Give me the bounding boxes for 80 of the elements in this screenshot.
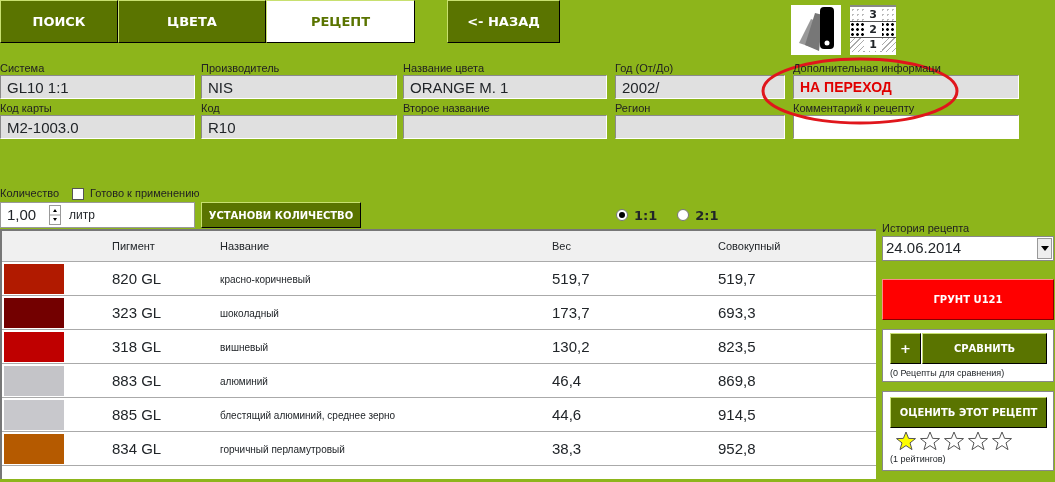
table-cell-text: 952,8 xyxy=(718,438,757,459)
table-cell-text: горчичный перламутровый xyxy=(220,442,346,457)
star-icon[interactable] xyxy=(944,430,964,451)
field-label: Система xyxy=(0,62,46,75)
layer-number: 1 xyxy=(864,38,882,52)
checkbox[interactable] xyxy=(72,187,85,200)
text-field[interactable] xyxy=(793,115,1019,139)
field-label: Код карты xyxy=(0,102,53,115)
text-field[interactable]: 2002/ xyxy=(615,75,785,99)
table-cell-text: 519,7 xyxy=(552,268,591,289)
field-label: Производитель xyxy=(201,62,281,75)
caret-icon[interactable] xyxy=(1037,238,1052,259)
star-icon[interactable] xyxy=(992,430,1012,451)
text-field[interactable]: GL10 1:1 xyxy=(0,75,195,99)
table-cell-text: 914,5 xyxy=(718,404,757,425)
radio-label: 1:1 xyxy=(634,207,658,223)
star-icon[interactable] xyxy=(896,430,916,451)
text-field[interactable]: ORANGE M. 1 xyxy=(403,75,607,99)
table-cell-text: шоколадный xyxy=(220,306,280,321)
table-cell-text: 323 GL xyxy=(112,302,163,323)
radio-button[interactable] xyxy=(616,209,628,221)
table-cell-text: алюминий xyxy=(220,374,269,389)
field-label: Год (От/До) xyxy=(615,62,675,75)
field-label: Комментарий к рецепту xyxy=(793,102,916,115)
add-button[interactable]: + xyxy=(890,333,921,364)
radio-button[interactable] xyxy=(677,209,690,221)
text-field[interactable]: M2-1003.0 xyxy=(0,115,195,139)
table-cell-text: 318 GL xyxy=(112,336,163,357)
table-cell-text: вишневый xyxy=(220,340,270,355)
star-icon[interactable] xyxy=(968,430,988,451)
rate-button[interactable]: ОЦЕНИТЬ ЭТОТ РЕЦЕПТ xyxy=(890,397,1047,428)
star-icon[interactable] xyxy=(920,430,940,451)
field-label: Второе название xyxy=(403,102,491,115)
quantity-field[interactable]: 1,00 литр xyxy=(0,202,195,228)
tab[interactable]: ЦВЕТА xyxy=(118,0,266,43)
table-cell-text: 693,3 xyxy=(718,302,757,323)
layer-number: 3 xyxy=(864,7,882,21)
table-cell-text: 820 GL xyxy=(112,268,163,289)
layers-icon[interactable]: 3 2 1 xyxy=(850,5,896,55)
column-header[interactable]: Вес xyxy=(552,237,718,255)
table-cell-text: 823,5 xyxy=(718,336,757,357)
field-label: Название цвета xyxy=(403,62,486,75)
set-quantity-button[interactable]: УСТАНОВИ КОЛИЧЕСТВО xyxy=(201,202,361,228)
column-header[interactable]: Совокупный xyxy=(718,237,876,255)
layer-number: 2 xyxy=(864,23,882,36)
history-label: История рецепта xyxy=(882,222,971,235)
rating-note: (1 рейтингов) xyxy=(890,452,947,466)
back-button[interactable]: <- НАЗАД xyxy=(447,0,560,43)
color-fan-icon[interactable] xyxy=(791,5,841,55)
radio-label: 2:1 xyxy=(695,207,719,223)
primer-button[interactable]: ГРУНТ U121 xyxy=(882,279,1054,320)
table-cell-text: 834 GL xyxy=(112,438,163,459)
field-label: Код xyxy=(201,102,221,115)
table-cell-text: 38,3 xyxy=(552,438,583,459)
table-cell-text: 869,8 xyxy=(718,370,757,391)
table-cell-text: 44,6 xyxy=(552,404,583,425)
spinner-icon[interactable] xyxy=(49,205,61,225)
tab[interactable]: РЕЦЕПТ xyxy=(266,0,415,43)
table-cell-text: 46,4 xyxy=(552,370,583,391)
table-cell-text: 130,2 xyxy=(552,336,591,357)
tab[interactable]: ПОИСК xyxy=(0,0,118,43)
text-field[interactable]: NIS xyxy=(201,75,397,99)
column-header[interactable]: Пигмент xyxy=(112,237,220,255)
table-cell-text: блестящий алюминий, среднее зерно xyxy=(220,408,397,423)
text-field[interactable]: R10 xyxy=(201,115,397,139)
table-cell-text: 883 GL xyxy=(112,370,163,391)
table-cell-text: 173,7 xyxy=(552,302,591,323)
text-field[interactable] xyxy=(615,115,785,139)
text-field[interactable] xyxy=(403,115,607,139)
table-cell-text: 885 GL xyxy=(112,404,163,425)
column-header[interactable]: Название xyxy=(220,237,552,255)
table-cell-text: 519,7 xyxy=(718,268,757,289)
text-field[interactable]: НА ПЕРЕХОД xyxy=(793,75,1019,99)
checkbox-label: Готово к применению xyxy=(90,187,200,200)
compare-note: (0 Рецепты для сравнения) xyxy=(890,367,1006,380)
history-select[interactable]: 24.06.2014 xyxy=(882,236,1054,261)
field-label: Регион xyxy=(615,102,652,115)
quantity-label: Количество xyxy=(0,187,60,200)
table-cell-text: красно-коричневый xyxy=(220,272,312,287)
compare-button[interactable]: СРАВНИТЬ xyxy=(922,333,1047,364)
